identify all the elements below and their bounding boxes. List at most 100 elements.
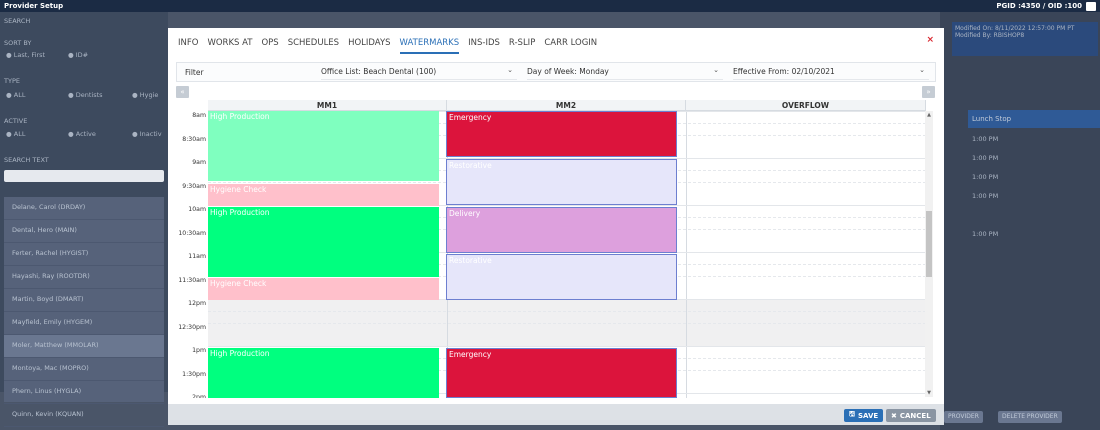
cancel-label: CANCEL [899,411,931,420]
time-label: 9am [192,159,206,166]
time-gridline [208,310,926,312]
time-label: 9:30am [182,182,206,190]
list-item[interactable]: Ferter, Rachel (HYGIST) [4,243,164,266]
office-list-value: Office List: Beach Dental (100) [321,67,437,76]
cancel-button[interactable]: ✖ CANCEL [886,409,936,422]
watermark-block[interactable]: Emergency [446,348,677,398]
lunch-stop-cell: 1:00 PM [972,135,999,143]
chevron-down-icon: ⌄ [919,66,925,74]
lunch-stop-cell: 1:00 PM [972,192,999,200]
list-item[interactable]: Dental, Hero (MAIN) [4,220,164,243]
sort-option-id[interactable]: ● ID# [68,51,88,59]
sort-option-label: ID# [75,51,89,59]
tab-info[interactable]: INFO [178,38,198,54]
time-label: 12:30pm [178,323,206,331]
watermark-block[interactable]: Delivery [446,207,677,253]
prev-button[interactable]: « [176,86,189,98]
effective-from-select[interactable]: Effective From: 02/10/2021 ⌄ [733,65,929,80]
search-heading: SEARCH [4,17,31,25]
watermark-block[interactable]: Emergency [446,111,677,157]
modified-on: Modified On: 8/11/2022 12:57:00 PM PT [955,25,1075,32]
watermark-block[interactable]: Hygiene Check [208,278,439,300]
type-option-hygienists[interactable]: ● Hygie [132,91,158,99]
time-label: 1pm [192,347,206,354]
app-topbar: Provider Setup PGID :4350 / OID :100 [0,0,1100,12]
save-button[interactable]: 🖫 SAVE [844,409,884,422]
list-item[interactable]: Hayashi, Ray (ROOTDR) [4,266,164,289]
active-option-active[interactable]: ● Active [68,130,96,138]
type-option-all[interactable]: ● ALL [6,91,25,99]
tab-ins-ids[interactable]: INS-IDS [468,38,500,54]
app-title: Provider Setup [4,2,64,10]
tab-schedules[interactable]: SCHEDULES [288,38,339,54]
column-header-mm1: MM1 [208,100,447,111]
modified-info: Modified On: 8/11/2022 12:57:00 PM PT Mo… [952,22,1098,56]
lunch-stop-cell: 1:00 PM [972,154,999,162]
day-of-week-value: Day of Week: Monday [527,67,609,76]
active-option-all[interactable]: ● ALL [6,130,25,138]
office-list-select[interactable]: Office List: Beach Dental (100) ⌄ [321,65,517,80]
provider-button[interactable]: PROVIDER [944,411,983,423]
lunch-stop-cell: 1:00 PM [972,173,999,181]
day-of-week-select[interactable]: Day of Week: Monday ⌄ [527,65,723,80]
time-label: 8am [192,112,206,119]
list-item[interactable]: Montoya, Mac (MOPRO) [4,358,164,381]
active-option-label: ALL [13,130,26,138]
print-icon[interactable] [1086,1,1096,11]
tab-holidays[interactable]: HOLIDAYS [348,38,390,54]
provider-detail-background: Modified On: 8/11/2022 12:57:00 PM PT Mo… [940,12,1100,430]
list-item[interactable]: Phern, Linus (HYGLA) [4,381,164,404]
scroll-up-icon[interactable]: ▲ [925,112,933,118]
next-button[interactable]: » [922,86,935,98]
scrollbar-thumb[interactable] [926,211,932,277]
list-item[interactable]: Delane, Carol (DRDAY) [4,197,164,220]
delete-provider-button[interactable]: DELETE PROVIDER [998,411,1062,423]
modified-by: Modified By: RBISHOP8 [955,32,1025,39]
grid-scrollbar[interactable]: ▲ ▼ [925,111,933,397]
column-header-overflow: OVERFLOW [686,100,926,111]
list-item[interactable]: Moler, Matthew (MMOLAR) [4,335,164,358]
type-option-dentists[interactable]: ● Dentists [68,91,103,99]
lunch-block [208,300,926,347]
list-item[interactable]: Martin, Boyd (DMART) [4,289,164,312]
close-icon[interactable]: × [926,35,934,45]
provider-list: Delane, Carol (DRDAY) Dental, Hero (MAIN… [4,197,164,427]
type-option-label: Dentists [75,91,103,99]
time-label: 10am [188,206,206,213]
pgid-oid-label: PGID :4350 / OID :100 [996,2,1082,10]
sort-option-last-first[interactable]: ● Last, First [6,51,45,59]
modal-footer: 🖫 SAVE ✖ CANCEL [168,404,944,425]
search-text-label: SEARCH TEXT [4,156,49,164]
tab-ops[interactable]: OPS [261,38,278,54]
time-label: 12pm [188,300,206,307]
list-item[interactable]: Mayfield, Emily (HYGEM) [4,312,164,335]
watermark-block[interactable]: Restorative [446,159,677,205]
time-label: 10:30am [178,229,206,237]
scroll-down-icon[interactable]: ▼ [925,390,933,396]
save-icon: 🖫 [849,410,855,418]
list-item[interactable]: Quinn, Kevin (KQUAN) [4,404,164,427]
tab-works-at[interactable]: WORKS AT [207,38,252,54]
type-label: TYPE [4,77,20,85]
watermark-block[interactable]: High Production [208,207,439,277]
search-input[interactable] [4,170,164,182]
tab-carr-login[interactable]: CARR LOGIN [544,38,597,54]
save-label: SAVE [857,411,879,420]
filter-label: Filter [185,68,204,77]
watermark-block[interactable]: High Production [208,111,439,181]
time-column: 8am 8:30am 9am 9:30am 10am 10:30am 11am 11:30am… [178,112,208,398]
time-gridline [208,346,926,347]
active-option-inactive[interactable]: ● Inactiv [132,130,162,138]
watermark-block[interactable]: Restorative [446,254,677,300]
column-header-mm2: MM2 [447,100,686,111]
column-divider [686,112,687,398]
schedule-grid: MM1 MM2 OVERFLOW 8am 8:30am 9am 9:30am 10am 1… [178,100,936,398]
tab-r-slip[interactable]: R-SLIP [509,38,535,54]
watermark-block[interactable]: High Production [208,348,439,398]
close-icon: ✖ [891,411,897,420]
sort-by-label: SORT BY [4,39,32,47]
tab-watermarks[interactable]: WATERMARKS [399,38,460,54]
watermark-block[interactable]: Hygiene Check [208,184,439,206]
time-gridline [208,322,926,324]
time-label: 11:30am [178,276,206,284]
